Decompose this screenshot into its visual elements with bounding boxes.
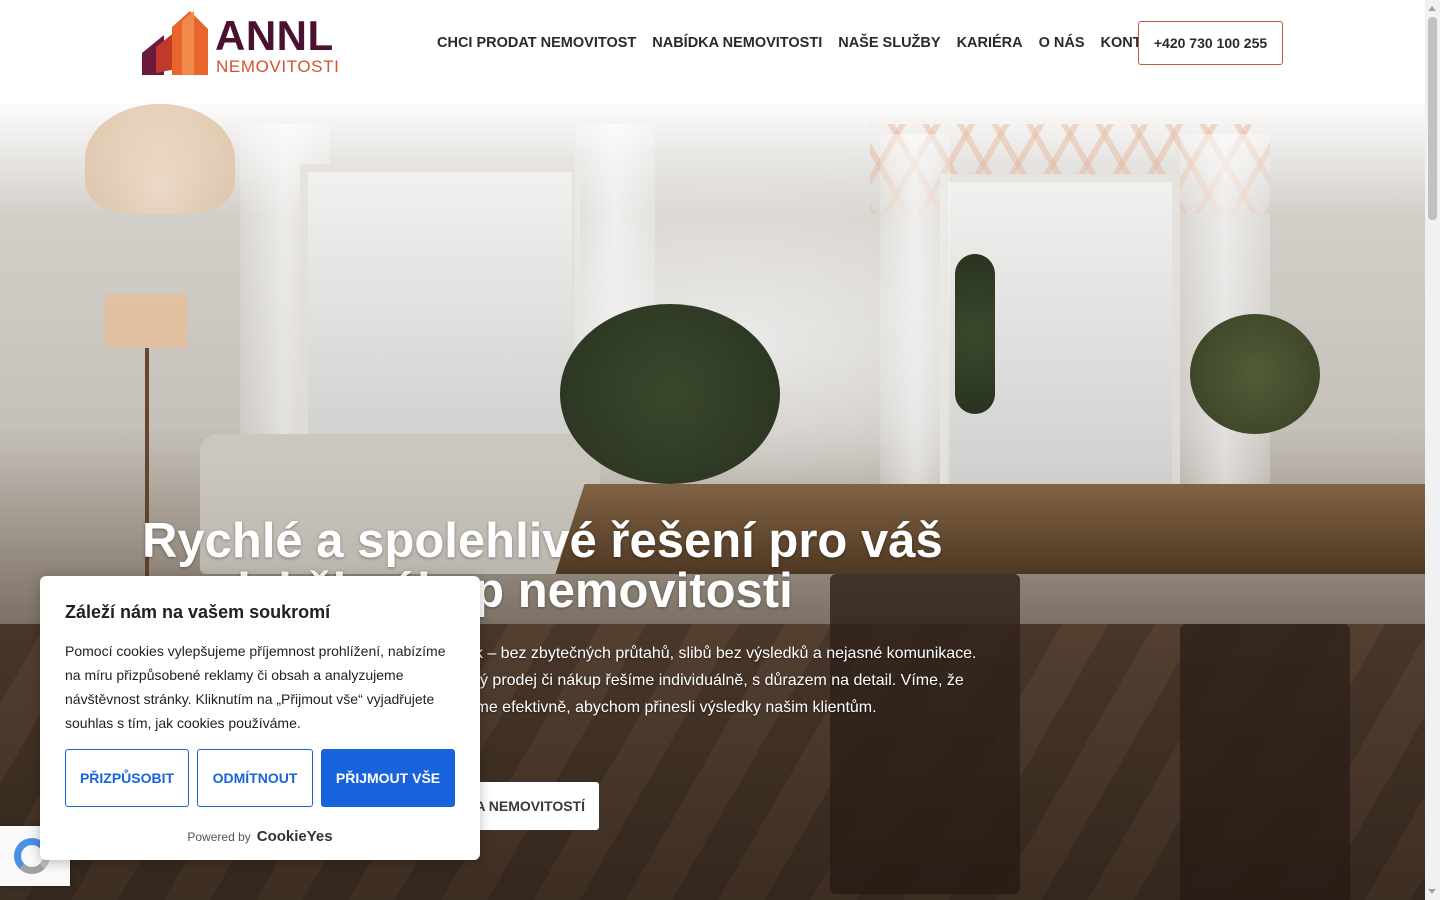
page-scrollbar[interactable] — [1425, 0, 1440, 900]
house-logo-icon — [142, 11, 208, 75]
nav-item-property-offer[interactable]: NABÍDKA NEMOVITOSTI — [652, 34, 822, 52]
scroll-down-arrow-icon[interactable] — [1428, 889, 1436, 894]
reject-button[interactable]: ODMÍTNOUT — [197, 749, 313, 807]
nav-item-about[interactable]: O NÁS — [1039, 34, 1085, 52]
logo-subtitle: NEMOVITOSTI — [216, 57, 340, 76]
accept-all-button[interactable]: PŘIJMOUT VŠE — [321, 749, 455, 807]
customize-button[interactable]: PŘIZPŮSOBIT — [65, 749, 189, 807]
powered-by-label: Powered by — [187, 829, 251, 844]
cookieyes-logo[interactable]: CookieYes — [257, 828, 333, 845]
logo[interactable]: ANNL NEMOVITOSTI — [142, 9, 342, 79]
nav-item-sell-property[interactable]: CHCI PRODAT NEMOVITOST — [437, 34, 636, 52]
site-header: ANNL NEMOVITOSTI CHCI PRODAT NEMOVITOST … — [0, 0, 1425, 104]
nav-item-career[interactable]: KARIÉRA — [957, 34, 1023, 52]
cookie-consent-banner: Záleží nám na vašem soukromí Pomocí cook… — [40, 576, 480, 860]
main-nav: CHCI PRODAT NEMOVITOST NABÍDKA NEMOVITOS… — [437, 34, 1170, 52]
cookie-description: Pomocí cookies vylepšujeme příjemnost pr… — [65, 643, 446, 731]
scrollbar-thumb[interactable] — [1428, 17, 1437, 220]
nav-item-services[interactable]: NAŠE SLUŽBY — [838, 34, 940, 52]
cookie-title: Záleží nám na vašem soukromí — [65, 602, 331, 622]
powered-by: Powered by CookieYes — [40, 828, 480, 845]
scroll-up-arrow-icon[interactable] — [1428, 6, 1436, 11]
phone-button[interactable]: +420 730 100 255 — [1138, 21, 1283, 65]
cookie-button-row: PŘIZPŮSOBIT ODMÍTNOUT PŘIJMOUT VŠE — [65, 749, 455, 807]
logo-wordmark: ANNL — [215, 12, 334, 59]
